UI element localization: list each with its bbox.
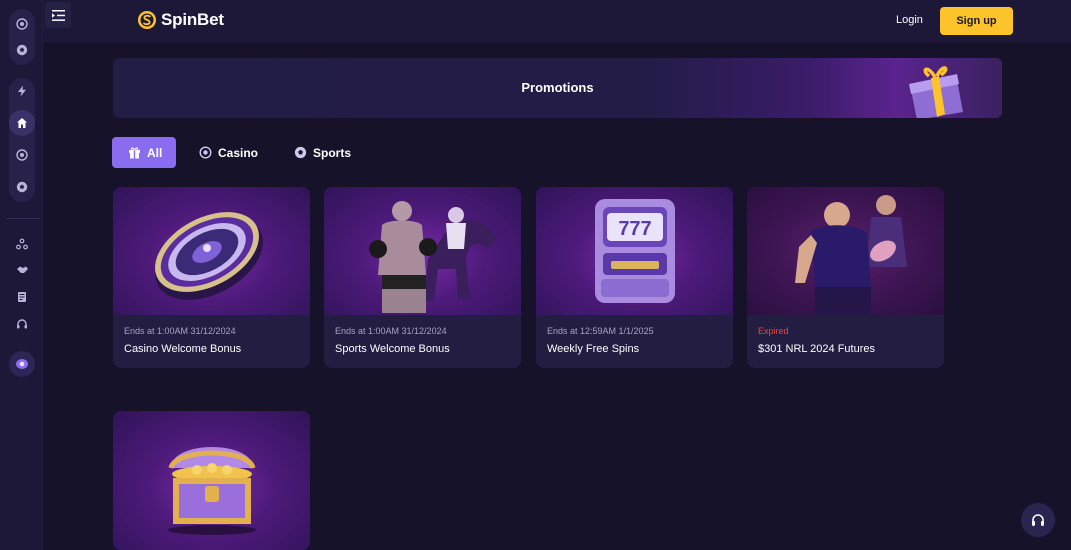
promo-status-expired: Expired bbox=[758, 326, 789, 336]
sidebar-item-vip[interactable] bbox=[9, 351, 35, 377]
promo-title: Sports Welcome Bonus bbox=[335, 343, 450, 355]
soccer-ball-icon bbox=[16, 44, 28, 56]
sidebar-item-blog[interactable] bbox=[14, 289, 30, 305]
sidebar-item-support[interactable] bbox=[14, 316, 30, 332]
promo-end-date: Ends at 1:00AM 31/12/2024 bbox=[124, 326, 236, 336]
boxer-and-jockey-illustration bbox=[368, 201, 496, 313]
sidebar-item-casino-2[interactable] bbox=[9, 142, 35, 168]
promo-card-sports-welcome[interactable]: Ends at 1:00AM 31/12/2024 Sports Welcome… bbox=[324, 187, 521, 368]
sidebar-item-home[interactable] bbox=[9, 110, 35, 136]
tab-casino[interactable]: Casino bbox=[199, 137, 258, 168]
casino-chip-icon bbox=[199, 146, 212, 159]
promo-image-rugby bbox=[747, 187, 944, 315]
menu-toggle-button[interactable] bbox=[45, 2, 71, 28]
sidebar-item-casino[interactable] bbox=[9, 11, 35, 37]
tab-sports-label: Sports bbox=[313, 145, 352, 160]
gift-icon bbox=[129, 147, 140, 159]
promo-end-date: Ends at 12:59AM 1/1/2025 bbox=[547, 326, 654, 336]
login-link[interactable]: Login bbox=[896, 14, 923, 26]
sidebar-divider bbox=[6, 218, 40, 219]
tab-all-label: All bbox=[147, 145, 163, 160]
promo-end-date: Ends at 1:00AM 31/12/2024 bbox=[335, 326, 447, 336]
promo-title: Casino Welcome Bonus bbox=[124, 343, 242, 355]
headset-small-icon bbox=[17, 319, 27, 329]
brand-name: SpinBet bbox=[161, 10, 224, 29]
network-icon bbox=[16, 238, 28, 250]
tab-sports[interactable]: Sports bbox=[294, 137, 351, 168]
sidebar-item-partners[interactable] bbox=[14, 262, 30, 278]
casino-chip-icon bbox=[16, 149, 28, 161]
tab-all[interactable]: All bbox=[112, 137, 177, 168]
home-icon bbox=[17, 118, 27, 128]
sidebar-item-sports-2[interactable] bbox=[9, 174, 35, 200]
brand-logo[interactable]: SpinBet bbox=[137, 9, 224, 31]
roulette-wheel-illustration bbox=[154, 212, 263, 300]
signup-button[interactable]: Sign up bbox=[940, 7, 1013, 35]
promo-image-roulette bbox=[113, 187, 310, 315]
sidebar bbox=[0, 0, 43, 550]
promotions-banner: Promotions bbox=[113, 58, 1002, 118]
menu-collapse-icon bbox=[51, 9, 65, 21]
promo-card-treasure[interactable] bbox=[113, 411, 310, 550]
tab-casino-label: Casino bbox=[218, 145, 259, 160]
handshake-icon bbox=[16, 266, 28, 273]
headset-icon bbox=[1032, 514, 1044, 526]
promo-card-weekly-spins[interactable]: 777 Ends at 12:59AM 1/1/2025 Weekly Free… bbox=[536, 187, 733, 368]
notes-icon bbox=[17, 292, 26, 302]
promo-card-casino-welcome[interactable]: Ends at 1:00AM 31/12/2024 Casino Welcome… bbox=[113, 187, 310, 368]
soccer-ball-icon bbox=[294, 146, 307, 159]
spinbet-logo-icon bbox=[138, 11, 156, 29]
promo-image-treasure bbox=[113, 411, 310, 550]
promo-title: Weekly Free Spins bbox=[547, 343, 640, 355]
sidebar-item-live[interactable] bbox=[9, 78, 35, 104]
treasure-chest-illustration bbox=[167, 446, 256, 535]
svg-text:777: 777 bbox=[618, 218, 651, 240]
slot-machine-illustration: 777 bbox=[594, 199, 675, 303]
page-title: Promotions bbox=[521, 80, 594, 95]
soccer-ball-icon bbox=[16, 181, 28, 193]
promo-card-nrl-futures[interactable]: Expired $301 NRL 2024 Futures bbox=[747, 187, 944, 368]
rugby-players-illustration bbox=[794, 195, 907, 315]
lightning-icon bbox=[18, 85, 26, 97]
promo-title: $301 NRL 2024 Futures bbox=[758, 343, 875, 355]
sidebar-item-sports[interactable] bbox=[9, 37, 35, 63]
promo-image-sports bbox=[324, 187, 521, 315]
sidebar-item-affiliates[interactable] bbox=[14, 236, 30, 252]
vip-icon bbox=[16, 359, 28, 369]
promo-image-slots: 777 bbox=[536, 187, 733, 315]
casino-chip-icon bbox=[16, 18, 28, 30]
gift-box-illustration bbox=[909, 66, 963, 118]
support-chat-button[interactable] bbox=[1021, 503, 1055, 537]
